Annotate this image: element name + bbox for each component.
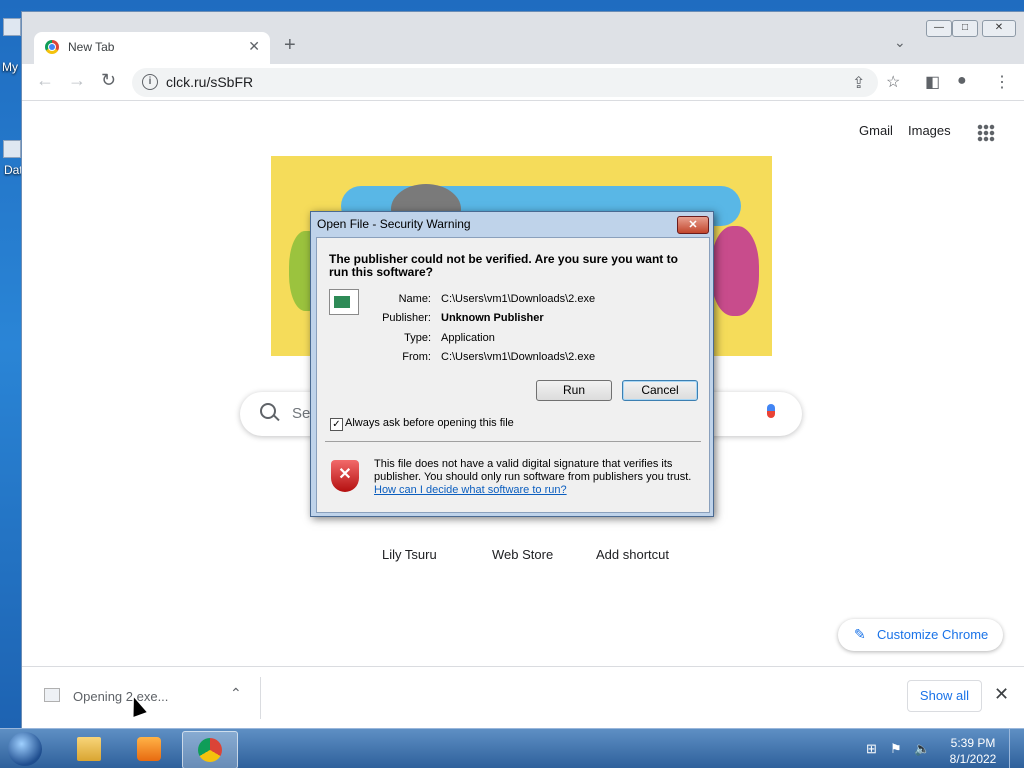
- field-from-value: C:\Users\vm1\Downloads\2.exe: [441, 351, 596, 363]
- folder-icon: [77, 737, 101, 761]
- media-player-icon: [137, 737, 161, 761]
- tab-new-tab[interactable]: New Tab ✕: [34, 32, 270, 64]
- back-arrow-icon[interactable]: ←: [36, 70, 54, 91]
- network-icon[interactable]: ⊞: [866, 741, 877, 757]
- taskbar-media-player[interactable]: [122, 731, 176, 767]
- dialog-close-button[interactable]: ✕: [677, 216, 709, 234]
- field-from-key: From:: [402, 351, 431, 363]
- field-name-key: Name:: [398, 293, 431, 305]
- action-center-flag-icon[interactable]: ⚑: [890, 741, 902, 757]
- shortcut-add[interactable]: Add shortcut: [596, 547, 669, 562]
- customize-chrome-label: Customize Chrome: [877, 627, 989, 642]
- address-bar[interactable]: i clck.ru/sSbFR ⇪: [132, 68, 878, 97]
- always-ask-checkbox[interactable]: ✓: [330, 418, 343, 431]
- download-bar: Opening 2.exe... ⌃ Show all ✕: [22, 666, 1024, 728]
- security-warning-dialog: Open File - Security Warning ✕ The publi…: [310, 211, 714, 517]
- field-publisher-key: Publisher:: [382, 312, 431, 324]
- show-all-button[interactable]: Show all: [907, 680, 982, 712]
- security-shield-icon: ✕: [331, 460, 359, 492]
- download-bar-close-icon[interactable]: ✕: [994, 684, 1009, 705]
- clock-time: 5:39 PM: [950, 736, 996, 750]
- profile-avatar-icon[interactable]: ●: [957, 72, 967, 90]
- tab-close-icon[interactable]: ✕: [248, 38, 260, 55]
- show-desktop-button[interactable]: [1009, 729, 1024, 768]
- desktop-label-computer: My: [2, 60, 18, 74]
- pencil-icon: ✎: [854, 626, 866, 642]
- file-icon: [44, 688, 60, 702]
- customize-chrome-button[interactable]: ✎ Customize Chrome: [838, 619, 1003, 651]
- dialog-title: Open File - Security Warning: [317, 217, 471, 231]
- run-button[interactable]: Run: [536, 380, 612, 401]
- chrome-favicon-icon: [45, 40, 59, 54]
- site-info-icon[interactable]: i: [142, 74, 158, 90]
- dialog-question: The publisher could not be verified. Are…: [329, 252, 678, 279]
- microphone-icon[interactable]: [767, 404, 775, 418]
- field-publisher-value: Unknown Publisher: [441, 312, 544, 324]
- url-text[interactable]: clck.ru/sSbFR: [166, 74, 253, 90]
- desktop-icon-data[interactable]: [3, 140, 21, 158]
- doodle-plum-character: [711, 226, 759, 316]
- signature-warning-text: This file does not have a valid digital …: [374, 458, 692, 483]
- chrome-menu-icon[interactable]: ⋮: [994, 72, 1010, 92]
- chrome-icon: [198, 738, 222, 762]
- close-window-button[interactable]: ✕: [982, 20, 1016, 37]
- search-icon: [260, 403, 276, 419]
- download-item-label[interactable]: Opening 2.exe...: [73, 689, 168, 704]
- google-apps-grid-icon[interactable]: [977, 124, 995, 142]
- tab-search-chevron-icon[interactable]: ⌄: [894, 34, 906, 51]
- maximize-button[interactable]: □: [952, 20, 978, 37]
- shortcut-lily-tsuru[interactable]: Lily Tsuru: [382, 547, 437, 562]
- new-tab-button[interactable]: +: [284, 34, 296, 57]
- dialog-body: The publisher could not be verified. Are…: [316, 237, 710, 513]
- volume-icon[interactable]: 🔈: [914, 741, 930, 757]
- dialog-separator: [325, 441, 701, 442]
- always-ask-label[interactable]: Always ask before opening this file: [345, 417, 514, 429]
- tab-title: New Tab: [68, 40, 115, 54]
- help-link[interactable]: How can I decide what software to run?: [374, 484, 567, 496]
- cancel-button[interactable]: Cancel: [622, 380, 698, 401]
- reload-icon[interactable]: ↻: [101, 70, 116, 91]
- shortcut-web-store[interactable]: Web Store: [492, 547, 553, 562]
- images-link[interactable]: Images: [908, 123, 951, 138]
- browser-toolbar: ← → ↻ i clck.ru/sSbFR ⇪ ☆ ◧ ● ⋮: [22, 64, 1024, 101]
- download-divider: [260, 677, 261, 719]
- field-type-value: Application: [441, 332, 495, 344]
- system-clock[interactable]: 5:39 PM 8/1/2022: [942, 735, 1004, 767]
- desktop-icon-computer[interactable]: [3, 18, 21, 36]
- side-panel-icon[interactable]: ◧: [925, 72, 940, 92]
- forward-arrow-icon[interactable]: →: [68, 70, 86, 91]
- dialog-titlebar[interactable]: Open File - Security Warning ✕: [311, 212, 713, 236]
- taskbar-chrome[interactable]: [182, 731, 238, 768]
- minimize-button[interactable]: —: [926, 20, 952, 37]
- field-name-value: C:\Users\vm1\Downloads\2.exe: [441, 293, 596, 305]
- field-type-key: Type:: [404, 332, 431, 344]
- search-placeholder: Se: [292, 405, 311, 422]
- tab-strip: New Tab ✕ + ⌄ — □ ✕: [22, 12, 1024, 64]
- start-button[interactable]: [8, 732, 42, 766]
- download-chevron-up-icon[interactable]: ⌃: [230, 685, 242, 702]
- taskbar: ⊞ ⚑ 🔈 5:39 PM 8/1/2022: [0, 728, 1024, 768]
- desktop-label-data: Dat: [4, 163, 23, 177]
- share-icon[interactable]: ⇪: [852, 73, 865, 93]
- clock-date: 8/1/2022: [949, 752, 997, 766]
- bookmark-star-icon[interactable]: ☆: [886, 72, 900, 92]
- gmail-link[interactable]: Gmail: [859, 123, 893, 138]
- taskbar-explorer[interactable]: [62, 731, 116, 767]
